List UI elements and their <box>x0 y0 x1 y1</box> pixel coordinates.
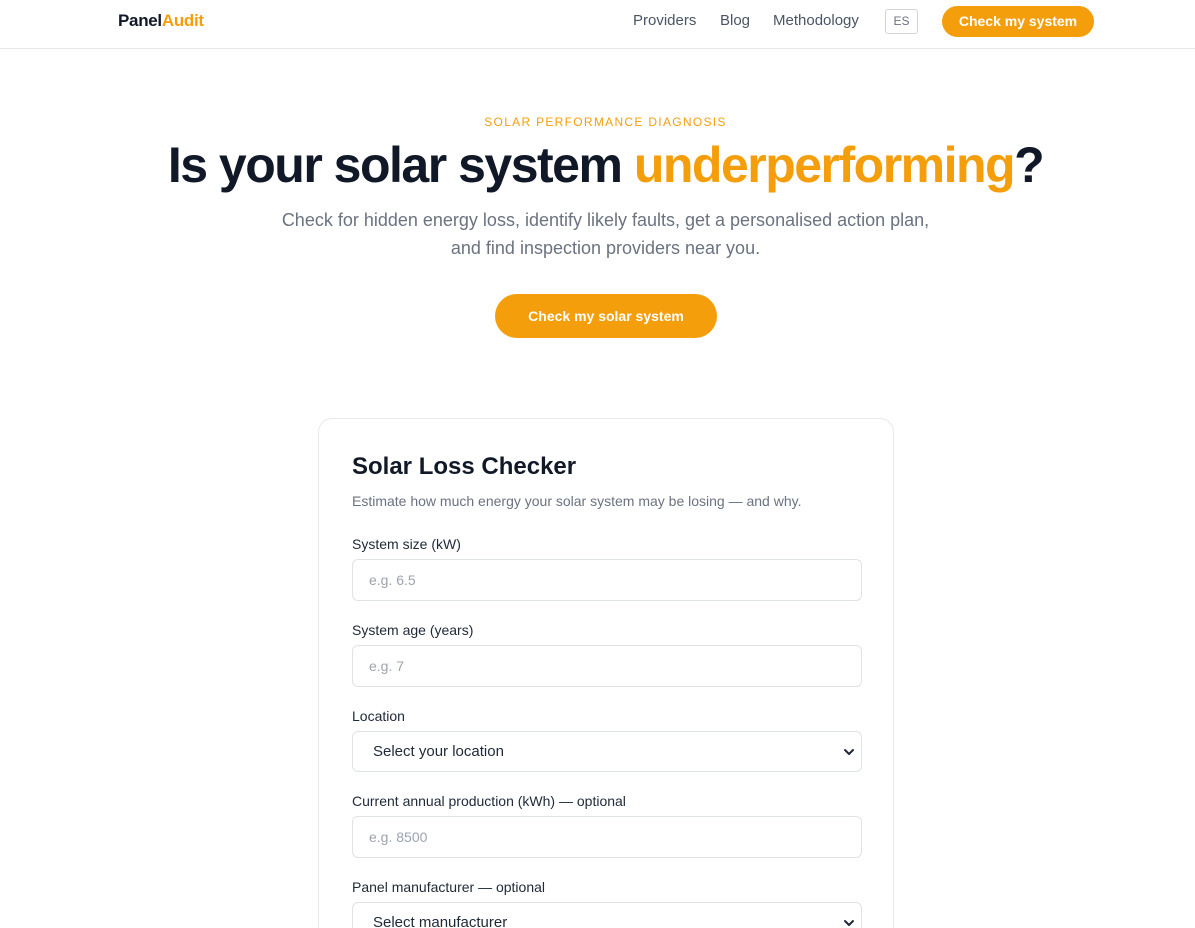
page: PanelAudit Providers Blog Methodology ES… <box>0 0 1195 928</box>
logo-part-panel: Panel <box>118 11 162 30</box>
checker-subtitle: Estimate how much energy your solar syst… <box>352 493 802 509</box>
chevron-down-icon <box>844 749 854 755</box>
hero-title-end: ? <box>1014 137 1045 193</box>
hero-title-accent: underperforming <box>633 137 1016 193</box>
location-label: Location <box>352 708 405 724</box>
nav-providers-link[interactable]: Providers <box>633 12 696 29</box>
panel-manufacturer-label: Panel manufacturer — optional <box>352 879 545 895</box>
hero-eyebrow: SOLAR PERFORMANCE DIAGNOSIS <box>484 115 727 129</box>
logo[interactable]: PanelAudit <box>118 11 204 31</box>
checker-title: Solar Loss Checker <box>352 453 577 480</box>
nav-blog-link[interactable]: Blog <box>720 12 750 29</box>
system-age-input[interactable] <box>352 645 862 687</box>
location-select[interactable]: Select your location <box>352 731 862 772</box>
manufacturer-select-value: Select manufacturer <box>373 914 508 928</box>
annual-production-label: Current annual production (kWh) — option… <box>352 793 626 809</box>
language-toggle-button[interactable]: ES <box>885 9 918 34</box>
annual-production-input[interactable] <box>352 816 862 858</box>
hero-subtitle: Check for hidden energy loss, identify l… <box>281 210 930 258</box>
system-size-label: System size (kW) <box>352 536 461 552</box>
hero-title: Is your solar system underperforming? <box>0 136 1195 194</box>
header-check-system-button[interactable]: Check my system <box>942 6 1094 37</box>
system-age-label: System age (years) <box>352 622 474 638</box>
chevron-down-icon <box>844 920 854 926</box>
logo-part-audit: Audit <box>161 11 204 30</box>
nav-methodology-link[interactable]: Methodology <box>773 12 859 29</box>
panel-manufacturer-select[interactable]: Select manufacturer <box>352 902 862 928</box>
solar-loss-checker-card: Solar Loss Checker Estimate how much ene… <box>318 418 894 928</box>
system-size-input[interactable] <box>352 559 862 601</box>
location-select-value: Select your location <box>373 743 504 760</box>
site-header: PanelAudit Providers Blog Methodology ES… <box>0 0 1195 49</box>
hero-check-solar-button[interactable]: Check my solar system <box>495 294 717 338</box>
hero-title-start: Is your solar system <box>167 137 634 193</box>
